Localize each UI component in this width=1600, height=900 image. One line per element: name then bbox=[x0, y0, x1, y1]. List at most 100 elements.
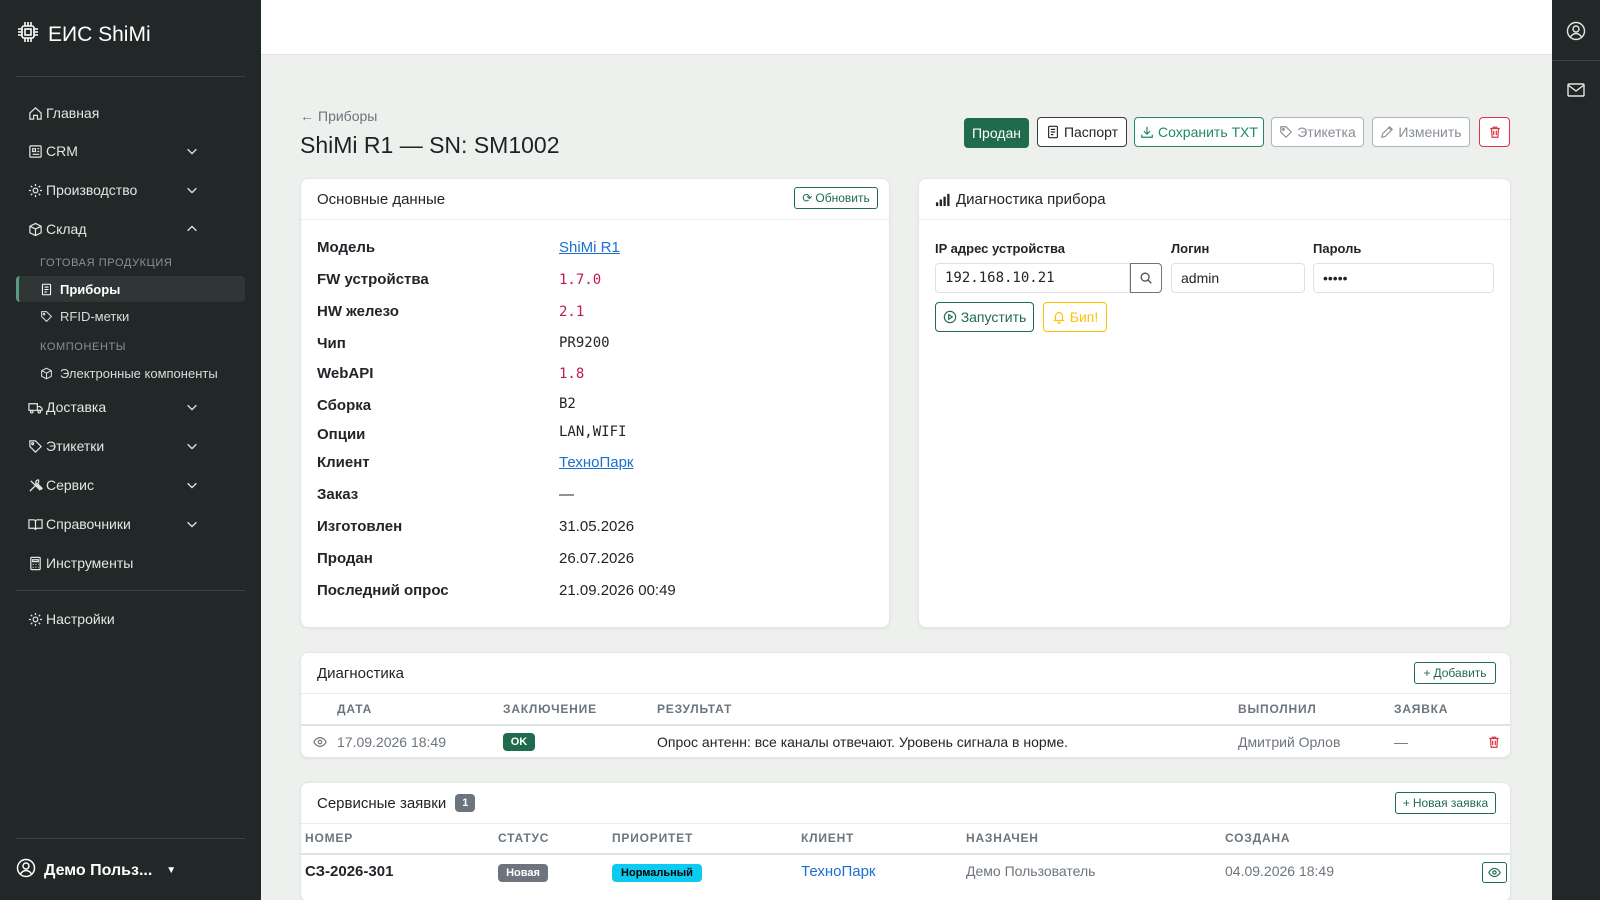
sidebar-item-tools[interactable]: Инструменты bbox=[16, 548, 245, 578]
sidebar-item-settings[interactable]: Настройки bbox=[16, 604, 245, 634]
chevron-down-icon bbox=[187, 148, 197, 155]
hw-value: 2.1 bbox=[559, 304, 585, 320]
build-value: B2 bbox=[559, 396, 576, 412]
request-created: 04.09.2026 18:49 bbox=[1225, 863, 1334, 879]
brand[interactable]: ЕИС ShiMi bbox=[16, 20, 151, 50]
tools-icon bbox=[16, 478, 46, 493]
conclusion-badge: OK bbox=[503, 733, 535, 751]
passport-button-label: Паспорт bbox=[1063, 124, 1119, 140]
request-client-link[interactable]: ТехноПарк bbox=[801, 863, 876, 880]
delete-button[interactable] bbox=[1479, 117, 1510, 147]
refresh-button[interactable]: ⟳ Обновить bbox=[794, 187, 878, 209]
toolbar-divider bbox=[1552, 60, 1600, 61]
sidebar-item-label: Сервис bbox=[46, 477, 94, 493]
add-label: Добавить bbox=[1433, 666, 1487, 680]
eye-icon bbox=[1488, 867, 1501, 878]
manufactured-value: 31.05.2026 bbox=[559, 518, 635, 535]
field-key: Продан bbox=[317, 550, 373, 567]
sidebar-item-label: Склад bbox=[46, 221, 87, 237]
user-menu[interactable]: Демо Польз... ▼ bbox=[16, 858, 176, 883]
ip-search-button[interactable] bbox=[1130, 263, 1162, 293]
login-input[interactable]: admin bbox=[1171, 263, 1305, 293]
password-input[interactable]: ••••• bbox=[1313, 263, 1494, 293]
sold-button[interactable]: Продан bbox=[964, 118, 1029, 148]
card-header: Диагностика bbox=[301, 653, 1510, 694]
sidebar-item-crm[interactable]: CRM bbox=[16, 136, 245, 166]
view-request-button[interactable] bbox=[1482, 862, 1507, 883]
trash-icon[interactable] bbox=[1487, 735, 1501, 749]
service-requests-card: Сервисные заявки 1 + Новая заявка НОМЕР … bbox=[300, 782, 1511, 900]
caret-down-icon: ▼ bbox=[166, 865, 177, 876]
run-label: Запустить bbox=[960, 309, 1027, 325]
column-header: НОМЕР bbox=[305, 831, 354, 845]
field-key: Чип bbox=[317, 335, 346, 352]
sidebar-item-label: Электронные компоненты bbox=[60, 365, 218, 381]
table-header-divider bbox=[301, 724, 1510, 726]
edit-button[interactable]: Изменить bbox=[1372, 117, 1470, 147]
save-txt-label: Сохранить TXT bbox=[1158, 124, 1258, 140]
device-diagnostic-card: Диагностика прибора IP адрес устройства … bbox=[918, 178, 1511, 628]
column-header: РЕЗУЛЬТАТ bbox=[657, 702, 733, 716]
request-number[interactable]: СЗ-2026-301 bbox=[305, 863, 393, 880]
new-request-button[interactable]: + Новая заявка bbox=[1395, 792, 1496, 814]
field-key: FW устройства bbox=[317, 271, 429, 288]
sidebar-item-label: Приборы bbox=[60, 281, 121, 297]
document-icon bbox=[1047, 125, 1058, 139]
sidebar-item-references[interactable]: Справочники bbox=[16, 509, 245, 539]
client-link[interactable]: ТехноПарк bbox=[559, 454, 634, 471]
priority-badge: Нормальный bbox=[612, 864, 702, 882]
crm-icon bbox=[16, 144, 46, 159]
card-title: Диагностика bbox=[317, 664, 404, 682]
page-title: ShiMi R1 — SN: SM1002 bbox=[300, 132, 560, 158]
field-key: Изготовлен bbox=[317, 518, 403, 535]
sidebar-item-labels[interactable]: Этикетки bbox=[16, 431, 245, 461]
refresh-icon: ⟳ bbox=[802, 191, 813, 205]
sidebar-item-electronic[interactable]: Электронные компоненты bbox=[16, 360, 245, 386]
field-key: Опции bbox=[317, 426, 366, 443]
password-label: Пароль bbox=[1313, 241, 1362, 256]
label-button[interactable]: Этикетка bbox=[1271, 117, 1364, 147]
user-avatar-icon bbox=[16, 858, 36, 883]
options-value: LAN,WIFI bbox=[559, 424, 627, 440]
refresh-label: Обновить bbox=[815, 191, 870, 205]
sidebar-item-rfid[interactable]: RFID-метки bbox=[16, 303, 245, 329]
nav-group-components: КОМПОНЕНТЫ bbox=[40, 341, 127, 353]
ip-input[interactable]: 192.168.10.21 bbox=[935, 263, 1130, 293]
sidebar-item-production[interactable]: Производство bbox=[16, 175, 245, 205]
order-value: — bbox=[559, 486, 574, 503]
column-header: СОЗДАНА bbox=[1225, 831, 1291, 845]
save-txt-button[interactable]: Сохранить TXT bbox=[1134, 117, 1264, 147]
sidebar-item-home[interactable]: Главная bbox=[16, 98, 245, 128]
status-badge: Новая bbox=[498, 864, 548, 882]
run-button[interactable]: Запустить bbox=[935, 302, 1034, 332]
signal-bars-icon bbox=[935, 193, 950, 206]
table-header-divider bbox=[301, 853, 1510, 855]
model-link[interactable]: ShiMi R1 bbox=[559, 239, 620, 256]
user-circle-icon[interactable] bbox=[1566, 21, 1586, 41]
sidebar-item-label: Главная bbox=[46, 105, 100, 121]
chip-icon bbox=[16, 20, 40, 50]
tags-icon bbox=[16, 439, 46, 454]
sidebar-item-service[interactable]: Сервис bbox=[16, 470, 245, 500]
eye-icon[interactable] bbox=[313, 735, 327, 749]
back-link[interactable]: ← Приборы bbox=[300, 108, 377, 124]
box-icon bbox=[40, 367, 60, 380]
sold-value: 26.07.2026 bbox=[559, 550, 635, 567]
sidebar-item-delivery[interactable]: Доставка bbox=[16, 392, 245, 422]
user-name: Демо Польз... bbox=[44, 861, 153, 879]
plus-icon: + bbox=[1423, 666, 1431, 680]
sidebar-divider bbox=[16, 76, 245, 77]
diag-performer: Дмитрий Орлов bbox=[1238, 734, 1341, 750]
request-assignee: Демо Пользователь bbox=[966, 863, 1096, 879]
brand-name: ЕИС ShiMi bbox=[48, 23, 151, 46]
beep-button[interactable]: Бип! bbox=[1043, 302, 1107, 332]
sidebar-item-warehouse[interactable]: Склад bbox=[16, 214, 245, 244]
add-diagnostic-button[interactable]: + Добавить bbox=[1414, 662, 1496, 684]
mail-icon[interactable] bbox=[1566, 80, 1586, 100]
sidebar-item-label: Справочники bbox=[46, 516, 131, 532]
sidebar-item-devices[interactable]: Приборы bbox=[16, 276, 245, 302]
column-header: ЗАКЛЮЧЕНИЕ bbox=[503, 702, 597, 716]
chip-value: PR9200 bbox=[559, 335, 610, 351]
passport-button[interactable]: Паспорт bbox=[1037, 117, 1127, 147]
chevron-down-icon bbox=[187, 482, 197, 489]
